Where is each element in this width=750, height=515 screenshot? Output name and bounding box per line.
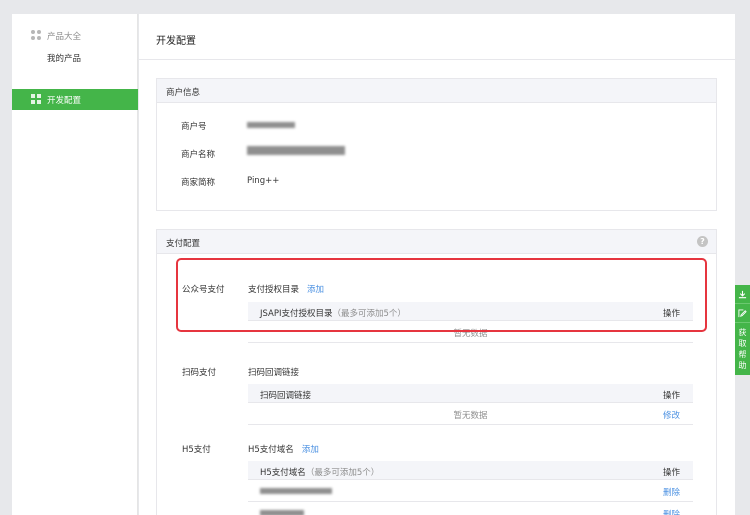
floating-help-bar: 获 取 帮 助: [735, 285, 750, 375]
sidebar-item-my-products[interactable]: 我的产品: [47, 52, 81, 64]
merchant-name-label: 商户名称: [181, 150, 216, 160]
sidebar-group-products: 产品大全 我的产品: [12, 28, 138, 78]
native-callback-title: 扫码回调链接: [248, 368, 300, 378]
h5-domain-title-text: H5支付域名: [248, 445, 294, 455]
native-empty-text: 暂无数据: [453, 411, 488, 421]
help-char: 助: [738, 361, 747, 370]
native-pay-label: 扫码支付: [182, 368, 217, 378]
sidebar-item-dev-config[interactable]: 开发配置: [12, 89, 138, 110]
page-title: 开发配置: [156, 36, 196, 47]
h5-domain-value: [260, 486, 332, 496]
h5-pay-label: H5支付: [182, 445, 211, 455]
help-char: 获: [738, 328, 747, 337]
h5-table: H5支付域名（最多可添加5个） 操作 删除 删除: [248, 461, 693, 515]
merchant-info-card: 商户信息 商户号 商户名称 商家简称 Ping++: [156, 78, 717, 211]
h5-col-domain-text: H5支付域名: [260, 468, 306, 478]
table-row: 删除: [248, 480, 693, 502]
merchant-info-title: 商户信息: [166, 88, 201, 98]
help-icon[interactable]: ?: [697, 236, 708, 247]
merchant-id-value: [247, 120, 295, 130]
h5-col-hint: （最多可添加5个）: [305, 468, 380, 478]
native-col-action: 操作: [662, 391, 680, 401]
sidebar-group-title: 产品大全: [47, 32, 82, 42]
table-row: 删除: [248, 502, 693, 515]
payment-config-header: 支付配置 ?: [157, 230, 716, 254]
help-button[interactable]: 获 取 帮 助: [735, 323, 750, 375]
help-char: 取: [738, 339, 747, 348]
merchant-name-value: [247, 146, 345, 156]
divider: [139, 59, 735, 60]
h5-domain-value: [260, 508, 304, 515]
edit-icon[interactable]: [735, 304, 750, 323]
highlight-box: [176, 258, 707, 332]
native-table-header: 扫码回调链接 操作: [248, 384, 693, 403]
payment-config-title: 支付配置: [166, 239, 201, 249]
table-row: 暂无数据 修改: [248, 403, 693, 425]
sidebar: 产品大全 我的产品 开发配置: [12, 14, 138, 515]
download-icon[interactable]: [735, 285, 750, 304]
h5-table-header: H5支付域名（最多可添加5个） 操作: [248, 461, 693, 480]
h5-add-link[interactable]: 添加: [302, 445, 319, 455]
sidebar-item-label: 开发配置: [47, 96, 82, 106]
native-col-url: 扫码回调链接: [260, 391, 312, 401]
h5-col-domain: H5支付域名（最多可添加5个）: [260, 466, 379, 478]
h5-col-action: 操作: [662, 468, 680, 478]
h5-delete-link[interactable]: 删除: [663, 486, 680, 498]
merchant-info-header: 商户信息: [157, 79, 716, 103]
grid-icon: [31, 94, 41, 104]
h5-domain-title: H5支付域名 添加: [248, 443, 319, 455]
h5-delete-link[interactable]: 删除: [663, 508, 680, 515]
products-icon: [31, 30, 41, 40]
native-edit-link[interactable]: 修改: [663, 409, 680, 421]
merchant-short-value: Ping++: [247, 176, 280, 186]
merchant-short-label: 商家简称: [181, 178, 216, 188]
merchant-id-label: 商户号: [181, 122, 207, 132]
help-char: 帮: [738, 350, 747, 359]
native-table: 扫码回调链接 操作 暂无数据 修改: [248, 384, 693, 425]
